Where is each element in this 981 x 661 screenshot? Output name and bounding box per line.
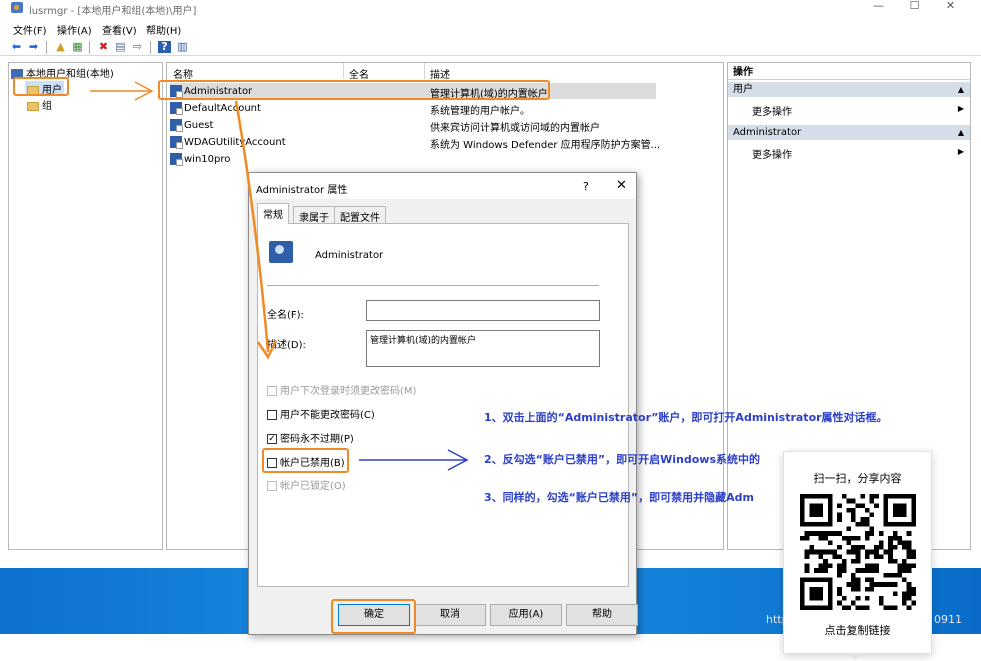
tree-pane: 本地用户和组(本地) 用户 组 (8, 62, 163, 550)
watermark-right: 0911 (934, 613, 962, 626)
menu-bar: 文件(F) 操作(A) 查看(V) 帮助(H) (0, 20, 981, 37)
user-icon (170, 136, 183, 149)
divider (267, 285, 599, 286)
action-section-users[interactable]: 用户 ▲ (728, 82, 970, 97)
checkbox-account-locked: 帐户已锁定(O) (267, 477, 346, 492)
tab-profile[interactable]: 配置文件 (334, 206, 386, 224)
dialog-help-button[interactable]: 帮助 (566, 604, 638, 626)
menu-file[interactable]: 文件(F) (13, 22, 47, 37)
highlight-ok-button (331, 599, 416, 634)
properties-dialog: Administrator 属性 ? ✕ 常规 隶属于 配置文件 Adminis… (248, 172, 638, 635)
menu-action[interactable]: 操作(A) (57, 22, 92, 37)
minimize-button[interactable]: — (862, 0, 895, 14)
delete-icon[interactable]: ✖ (97, 41, 110, 53)
menu-view[interactable]: 查看(V) (102, 22, 137, 37)
description-label: 描述(D): (267, 340, 306, 351)
tab-panel (257, 223, 629, 587)
table-row[interactable]: win10pro (170, 151, 656, 167)
description-field[interactable]: 管理计算机(域)的内置帐户 (366, 330, 600, 367)
up-icon[interactable]: ▲ (54, 41, 67, 53)
table-row[interactable]: DefaultAccount 系统管理的用户帐户。 (170, 100, 656, 117)
fullname-field[interactable] (366, 300, 600, 321)
toolbar-separator (89, 41, 90, 54)
column-name[interactable]: 名称 (173, 66, 193, 81)
share-popup: 扫一扫，分享内容 点击复制链接 (783, 451, 932, 654)
copy-link-button[interactable]: 点击复制链接 (784, 622, 931, 638)
share-title: 扫一扫，分享内容 (813, 472, 902, 485)
tab-general[interactable]: 常规 (257, 203, 289, 224)
checkbox-cannot-change-password[interactable]: 用户不能更改密码(C) (267, 406, 375, 421)
checkbox-password-never-expires[interactable]: ✓ 密码永不过期(P) (267, 430, 354, 445)
column-divider[interactable] (424, 63, 425, 79)
action-section-administrator[interactable]: Administrator ▲ (728, 125, 970, 140)
dialog-title: Administrator 属性 (256, 185, 348, 196)
instruction-step-1: 1、双击上面的“Administrator”账户，即可打开Administrat… (484, 411, 888, 424)
tree-item-groups[interactable]: 组 (27, 97, 52, 112)
export-icon[interactable]: ⇨ (131, 41, 144, 53)
dialog-titlebar[interactable]: Administrator 属性 ? ✕ (249, 173, 636, 199)
instruction-step-2: 2、反勾选“账户已禁用”，即可开启Windows系统中的 (484, 453, 760, 466)
actions-header: 操作 (728, 65, 970, 80)
dialog-username: Administrator (315, 250, 384, 261)
highlight-administrator-row (158, 80, 550, 100)
cancel-button[interactable]: 取消 (414, 604, 486, 626)
highlight-users-folder (13, 77, 69, 96)
help-icon[interactable]: ? (158, 41, 171, 53)
checkbox-icon[interactable] (267, 410, 277, 420)
show-tree-icon[interactable]: ▦ (71, 41, 84, 53)
user-icon (170, 119, 183, 132)
popup-pointer (848, 653, 862, 660)
properties-icon[interactable]: ▤ (114, 41, 127, 53)
table-row[interactable]: Guest 供来宾访问计算机或访问域的内置帐户 (170, 117, 656, 134)
window-title: lusrmgr - [本地用户和组(本地)\用户] (29, 6, 197, 17)
collapse-icon[interactable]: ▲ (958, 125, 964, 140)
qr-code-image (800, 494, 916, 610)
column-description[interactable]: 描述 (430, 66, 450, 81)
help-button[interactable]: ? (583, 180, 589, 193)
app-icon (11, 2, 23, 13)
dialog-close-button[interactable]: ✕ (616, 178, 627, 193)
toolbar-separator (150, 41, 151, 54)
highlight-disabled-checkbox (262, 448, 349, 473)
apply-button[interactable]: 应用(A) (490, 604, 562, 626)
checkmark-icon[interactable]: ✓ (267, 434, 277, 444)
more-actions-link[interactable]: 更多操作 (752, 103, 792, 118)
column-fullname[interactable]: 全名 (349, 66, 369, 81)
folder-icon (27, 101, 39, 111)
checkbox-icon (267, 386, 277, 396)
collapse-icon[interactable]: ▲ (958, 82, 964, 97)
column-divider[interactable] (343, 63, 344, 79)
forward-icon[interactable]: ➡ (27, 41, 40, 53)
tab-member-of[interactable]: 隶属于 (293, 206, 335, 224)
window-titlebar: lusrmgr - [本地用户和组(本地)\用户] — ☐ ✕ (0, 0, 981, 18)
close-button[interactable]: ✕ (934, 0, 967, 14)
fullname-label: 全名(F): (267, 310, 304, 321)
back-icon[interactable]: ⬅ (10, 41, 23, 53)
submenu-arrow-icon: ▶ (957, 104, 964, 113)
view-icon[interactable]: ▥ (176, 41, 189, 53)
instruction-step-3: 3、同样的，勾选“账户已禁用”，即可禁用并隐藏Adm (484, 491, 754, 504)
toolbar-separator (46, 41, 47, 54)
table-row[interactable]: WDAGUtilityAccount 系统为 Windows Defender … (170, 134, 660, 151)
submenu-arrow-icon: ▶ (957, 147, 964, 156)
user-account-icon (269, 241, 293, 263)
more-actions-link[interactable]: 更多操作 (752, 146, 792, 161)
maximize-button[interactable]: ☐ (898, 0, 931, 14)
checkbox-icon (267, 481, 277, 491)
menu-help[interactable]: 帮助(H) (146, 22, 181, 37)
user-icon (170, 153, 183, 166)
checkbox-must-change-password: 用户下次登录时须更改密码(M) (267, 382, 416, 397)
toolbar: ⬅ ➡ ▲ ▦ ✖ ▤ ⇨ ? ▥ (0, 38, 981, 56)
user-icon (170, 102, 183, 115)
